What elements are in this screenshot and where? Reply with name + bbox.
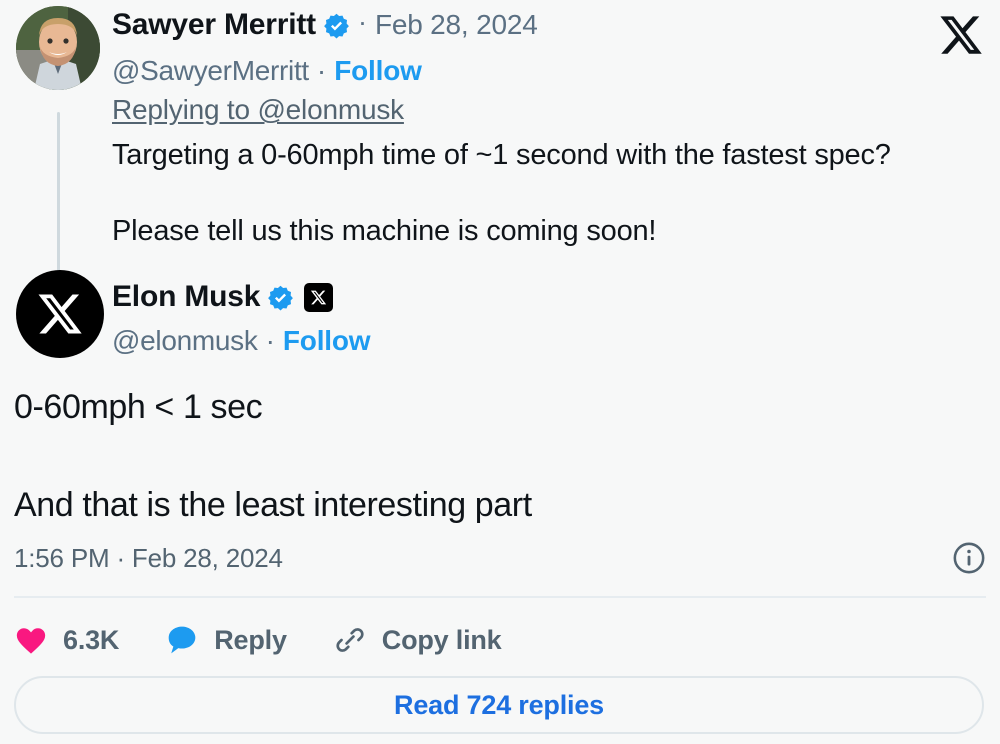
reply-body-line-2: Please tell us this machine is coming so…: [112, 215, 657, 247]
main-body-spacer: [14, 429, 974, 483]
tweet-embed-card: Sawyer Merritt · Feb 28, 2024 @SawyerMer…: [0, 0, 1000, 744]
info-circle-icon[interactable]: [952, 541, 986, 575]
reply-tweet-header: Sawyer Merritt · Feb 28, 2024 @SawyerMer…: [0, 0, 1000, 126]
timestamp-row: 1:56 PM · Feb 28, 2024: [14, 538, 986, 578]
reply-button[interactable]: Reply: [165, 623, 287, 657]
like-count: 6.3K: [63, 624, 120, 655]
replying-to-link[interactable]: Replying to @elonmusk: [112, 94, 404, 126]
main-handle[interactable]: @elonmusk: [112, 325, 258, 357]
copy-link-label: Copy link: [381, 624, 502, 655]
main-name-row: Elon Musk: [112, 280, 334, 314]
thread-connector-line: [57, 112, 60, 272]
action-bar: 6.3K Reply Copy link: [14, 612, 502, 668]
main-body-line-2: And that is the least interesting part: [14, 486, 532, 524]
speech-bubble-icon: [165, 623, 199, 657]
read-replies-button[interactable]: Read 724 replies: [14, 676, 984, 734]
reply-handle[interactable]: @SawyerMerritt: [112, 55, 309, 87]
main-tweet-header: Elon Musk @elonmusk · Follow: [0, 268, 1000, 368]
divider: [14, 596, 986, 598]
reply-meta-separator: ·: [357, 6, 367, 37]
x-affiliate-badge-icon[interactable]: [304, 282, 334, 312]
reply-handle-row: @SawyerMerritt · Follow: [112, 55, 422, 87]
main-body-line-1: 0-60mph < 1 sec: [14, 388, 263, 426]
chain-link-icon: [333, 623, 367, 657]
verified-badge-icon: [267, 284, 294, 311]
main-handle-separator: ·: [265, 325, 275, 356]
reply-display-name[interactable]: Sawyer Merritt: [112, 8, 316, 42]
main-handle-row: @elonmusk · Follow: [112, 325, 371, 357]
read-replies-label: Read 724 replies: [394, 689, 604, 720]
like-button[interactable]: 6.3K: [14, 623, 119, 657]
reply-tweet-body: Targeting a 0-60mph time of ~1 second wi…: [112, 136, 972, 250]
reply-name-row: Sawyer Merritt · Feb 28, 2024: [112, 8, 538, 42]
reply-tweet: Sawyer Merritt · Feb 28, 2024 @SawyerMer…: [0, 0, 1000, 247]
verified-badge-icon: [323, 12, 350, 39]
reply-follow-button[interactable]: Follow: [334, 55, 422, 87]
main-follow-button[interactable]: Follow: [283, 325, 371, 357]
avatar[interactable]: [16, 6, 100, 90]
main-display-name[interactable]: Elon Musk: [112, 280, 260, 314]
reply-post-date: Feb 28, 2024: [374, 9, 538, 40]
main-tweet-body: 0-60mph < 1 sec And that is the least in…: [14, 385, 974, 527]
reply-body-line-1: Targeting a 0-60mph time of ~1 second wi…: [112, 139, 891, 171]
copy-link-button[interactable]: Copy link: [333, 623, 502, 657]
heart-icon: [14, 623, 48, 657]
timestamp: 1:56 PM · Feb 28, 2024: [14, 542, 283, 573]
reply-handle-separator: ·: [316, 55, 327, 86]
avatar[interactable]: [16, 270, 104, 358]
reply-label: Reply: [214, 624, 287, 655]
reply-body-spacer: [112, 174, 972, 212]
